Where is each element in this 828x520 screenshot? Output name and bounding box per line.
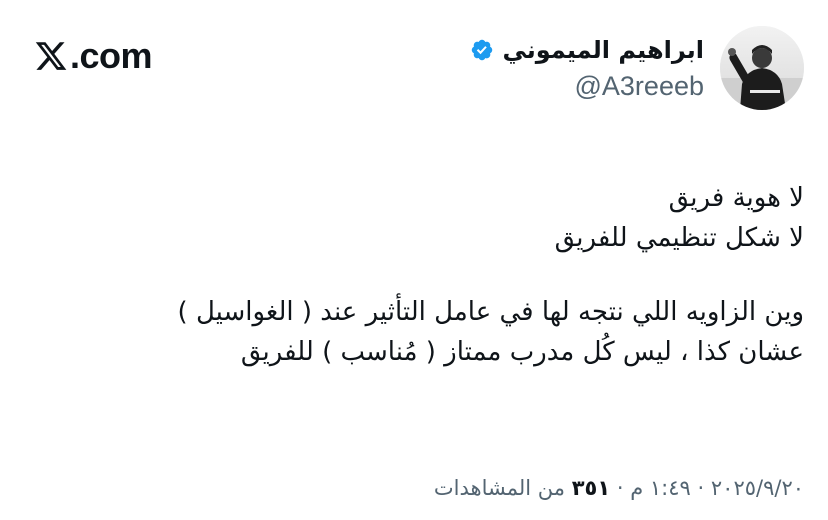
tweet-header: ابراهيم الميموني @A3reeeb [470,26,804,110]
meta-separator: · [697,476,705,500]
tweet-line: لا شكل تنظيمي للفريق [554,223,804,253]
tweet-line: عشان كذا ، ليس كُل مدرب ممتاز ( مُناسب )… [240,337,804,367]
tweet-date[interactable]: ٢٠٢٥/٩/٢٠ [711,476,804,500]
tweet-card: .com ابراهيم الميموني @A3reeeb لا هوية ف… [0,0,828,520]
tweet-meta: ٢٠٢٥/٩/٢٠ · ١:٤٩ م · ٣٥١ من المشاهدات [434,468,804,508]
views-label: من المشاهدات [433,476,566,500]
author-identity: ابراهيم الميموني @A3reeeb [470,33,704,103]
author-handle[interactable]: @A3reeeb [575,69,705,103]
tweet-line: وين الزاويه اللي نتجه لها في عامل التأثي… [177,297,804,327]
x-logo-icon [34,39,68,73]
x-com-logo[interactable]: .com [34,35,153,76]
logo-domain-text: .com [70,35,153,76]
avatar[interactable] [720,26,804,110]
name-row: ابراهيم الميموني [470,33,704,67]
verified-badge-icon [470,38,494,62]
views-count[interactable]: ٣٥١ [572,476,610,500]
author-display-name[interactable]: ابراهيم الميموني [502,33,704,67]
tweet-line: لا هوية فريق [668,183,804,213]
tweet-text: لا هوية فريق لا شكل تنظيمي للفريق وين ال… [24,178,804,372]
tweet-time[interactable]: ١:٤٩ م [630,476,691,500]
meta-separator: · [616,476,624,500]
